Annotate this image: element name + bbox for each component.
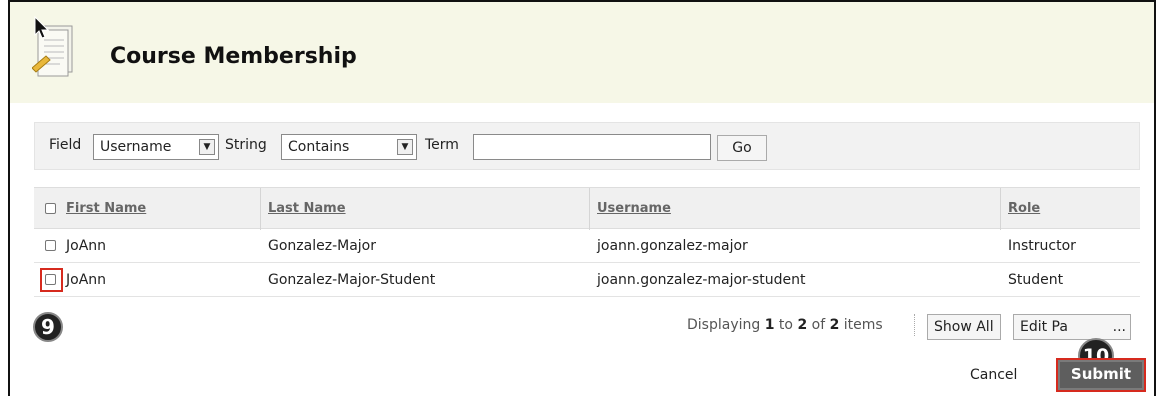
select-all-checkbox[interactable] <box>45 203 56 214</box>
chevron-down-icon: ▼ <box>199 139 215 155</box>
row-checkbox[interactable] <box>45 274 56 285</box>
table-header: First Name Last Name Username Role <box>34 187 1140 230</box>
cell-role: Student <box>1008 272 1064 288</box>
membership-table: First Name Last Name Username Role JoAnn… <box>34 187 1140 297</box>
divider <box>914 314 915 336</box>
pagination-total: 2 <box>829 317 840 333</box>
cell-username: joann.gonzalez-major <box>597 238 748 254</box>
field-label: Field <box>49 137 82 153</box>
column-divider <box>589 188 590 230</box>
cell-role: Instructor <box>1008 238 1076 254</box>
cell-first-name: JoAnn <box>66 238 107 254</box>
submit-label: Submit <box>1070 365 1132 383</box>
col-username[interactable]: Username <box>597 188 671 230</box>
search-bar: Field Username ▼ String Contains ▼ Term … <box>34 122 1140 170</box>
table-row: JoAnn Gonzalez-Major joann.gonzalez-majo… <box>34 229 1140 263</box>
pagination-of: of <box>807 317 830 333</box>
go-button[interactable]: Go <box>717 135 767 161</box>
table-row: JoAnn Gonzalez-Major-Student joann.gonza… <box>34 263 1140 297</box>
term-label: Term <box>425 137 459 153</box>
page-title: Course Membership <box>110 44 357 69</box>
cell-username: joann.gonzalez-major-student <box>597 272 806 288</box>
edit-paging-button[interactable]: Edit Pa... <box>1013 314 1131 340</box>
cell-first-name: JoAnn <box>66 272 107 288</box>
column-divider <box>260 188 261 230</box>
step-9-badge: 9 <box>33 312 63 342</box>
show-all-button[interactable]: Show All <box>927 314 1001 340</box>
field-select-value: Username <box>100 139 172 155</box>
page-header: Course Membership <box>10 2 1154 103</box>
pagination-status: Displaying 1 to 2 of 2 items <box>687 317 883 333</box>
mouse-cursor-icon <box>34 16 50 39</box>
string-select-value: Contains <box>288 139 350 155</box>
pagination-mid: to <box>774 317 798 333</box>
chevron-down-icon: ▼ <box>397 139 413 155</box>
pagination-to: 2 <box>797 317 808 333</box>
string-label: String <box>225 137 267 153</box>
term-input[interactable] <box>473 134 711 160</box>
col-first-name[interactable]: First Name <box>66 188 146 230</box>
edit-paging-ellipsis: ... <box>1112 319 1126 335</box>
pagination-from: 1 <box>764 317 775 333</box>
edit-paging-label: Edit Pa <box>1020 319 1068 335</box>
col-role[interactable]: Role <box>1008 188 1040 230</box>
pagination-prefix: Displaying <box>687 317 765 333</box>
cell-last-name: Gonzalez-Major-Student <box>268 272 436 288</box>
string-select[interactable]: Contains ▼ <box>281 134 417 160</box>
window-frame: Course Membership Field Username ▼ Strin… <box>8 0 1156 396</box>
pagination-suffix: items <box>839 317 883 333</box>
col-last-name[interactable]: Last Name <box>268 188 346 230</box>
cell-last-name: Gonzalez-Major <box>268 238 376 254</box>
column-divider <box>1000 188 1001 230</box>
row-checkbox[interactable] <box>45 240 56 251</box>
submit-button[interactable]: Submit <box>1056 358 1146 392</box>
field-select[interactable]: Username ▼ <box>93 134 219 160</box>
cancel-button[interactable]: Cancel <box>970 367 1017 383</box>
